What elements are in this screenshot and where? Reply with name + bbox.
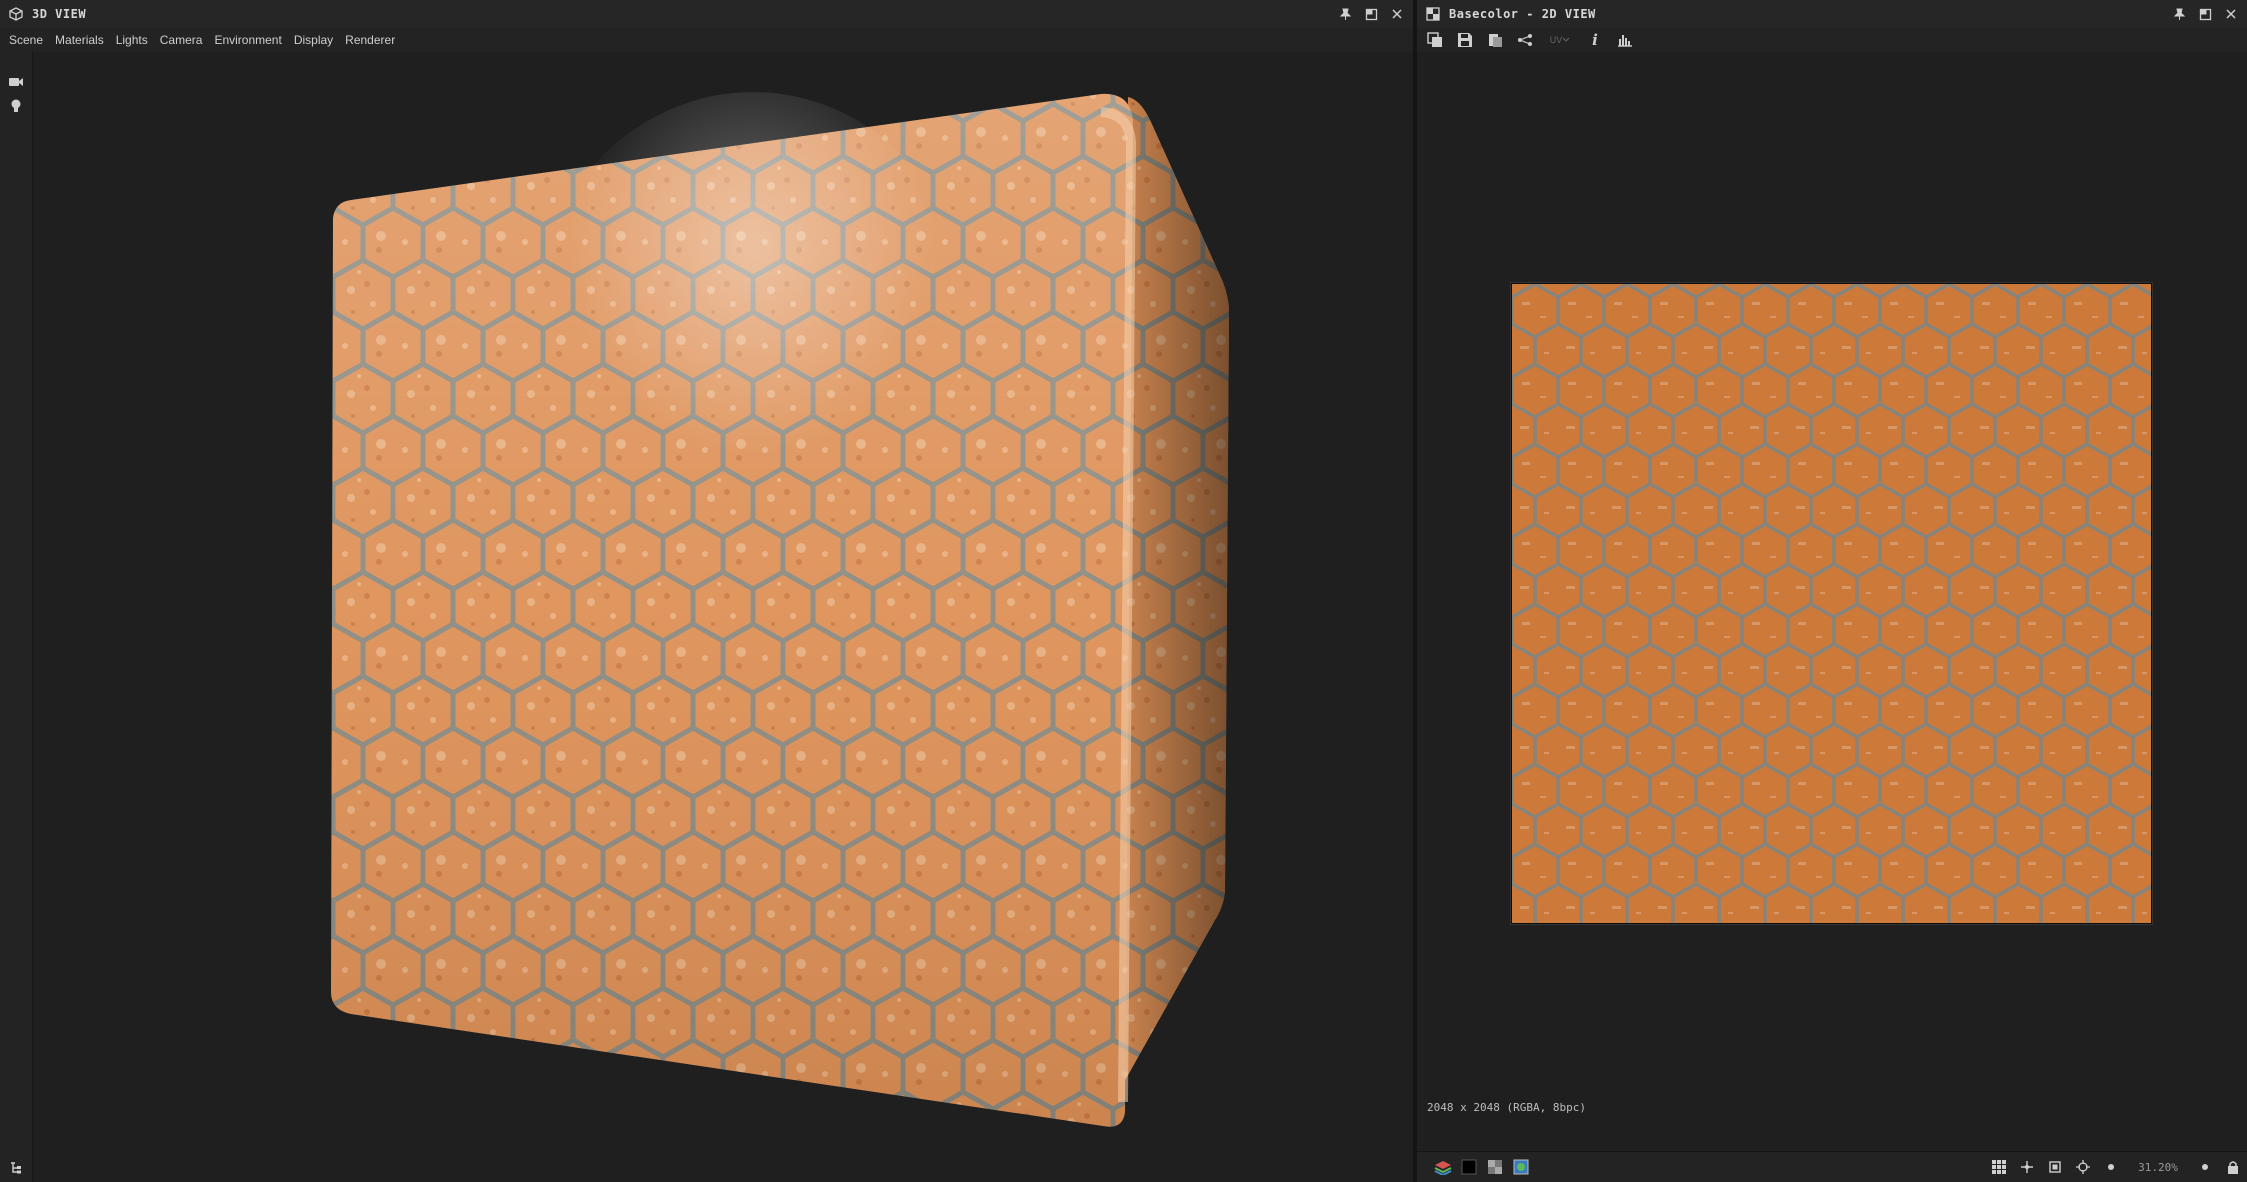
3d-view-menubar: Scene Materials Lights Camera Environmen…: [0, 28, 1413, 52]
menu-environment[interactable]: Environment: [208, 33, 287, 47]
paste-icon[interactable]: [1485, 30, 1505, 50]
histogram-icon[interactable]: [1615, 30, 1635, 50]
pixel-pick-icon[interactable]: [2017, 1157, 2037, 1177]
texture-icon: [1425, 6, 1441, 22]
panel-title: Basecolor - 2D VIEW: [1449, 7, 1596, 21]
2d-view-toolbar: UV i: [1417, 28, 2247, 52]
info-icon[interactable]: i: [1585, 30, 1605, 50]
float-window-icon[interactable]: [2197, 6, 2213, 22]
3d-viewport[interactable]: [33, 52, 1413, 1182]
tiled-cube: [331, 92, 1229, 1127]
3d-view-panel: 3D VIEW Scene Materials Lights Camera En…: [0, 0, 1413, 1182]
basecolor-texture: [1511, 283, 2152, 924]
camera-icon[interactable]: [6, 72, 26, 92]
zoom-reset-icon[interactable]: [2195, 1157, 2215, 1177]
pin-icon[interactable]: [1337, 6, 1353, 22]
center-view-icon[interactable]: [2073, 1157, 2093, 1177]
light-bulb-icon[interactable]: [6, 96, 26, 116]
image-preview-icon[interactable]: [1511, 1157, 1531, 1177]
3d-side-toolbar: [0, 52, 33, 1182]
menu-scene[interactable]: Scene: [0, 33, 49, 47]
menu-display[interactable]: Display: [288, 33, 339, 47]
background-checker-icon[interactable]: [1485, 1157, 1505, 1177]
layers-icon[interactable]: [1433, 1157, 1453, 1177]
panel-title: 3D VIEW: [32, 7, 87, 21]
zoom-slider-handle[interactable]: [2101, 1157, 2121, 1177]
2d-viewport[interactable]: 2048 x 2048 (RGBA, 8bpc): [1417, 52, 2247, 1152]
float-window-icon[interactable]: [1363, 6, 1379, 22]
zoom-level[interactable]: 31.20%: [2129, 1161, 2187, 1174]
close-icon[interactable]: [2223, 6, 2239, 22]
menu-materials[interactable]: Materials: [49, 33, 110, 47]
share-icon[interactable]: [1515, 30, 1535, 50]
grid-icon[interactable]: [1989, 1157, 2009, 1177]
background-black-icon[interactable]: [1459, 1157, 1479, 1177]
menu-renderer[interactable]: Renderer: [339, 33, 401, 47]
2d-statusbar: 31.20%: [1417, 1151, 2247, 1182]
cube-icon: [8, 6, 24, 22]
uv-icon[interactable]: UV: [1545, 30, 1575, 50]
close-icon[interactable]: [1389, 6, 1405, 22]
save-icon[interactable]: [1455, 30, 1475, 50]
menu-lights[interactable]: Lights: [110, 33, 154, 47]
chevron-down-icon: [1562, 37, 1570, 42]
copy-icon[interactable]: [1425, 30, 1445, 50]
uv-label: UV: [1549, 35, 1563, 45]
menu-camera[interactable]: Camera: [154, 33, 209, 47]
outliner-icon[interactable]: [6, 1158, 26, 1178]
3d-view-titlebar: 3D VIEW: [0, 0, 1413, 28]
2d-view-panel: Basecolor - 2D VIEW UV i 2048 x 2048 (RG…: [1417, 0, 2247, 1182]
image-info: 2048 x 2048 (RGBA, 8bpc): [1427, 1101, 1586, 1114]
2d-view-titlebar: Basecolor - 2D VIEW: [1417, 0, 2247, 28]
fit-view-icon[interactable]: [2045, 1157, 2065, 1177]
lock-icon[interactable]: [2223, 1157, 2243, 1177]
pin-icon[interactable]: [2171, 6, 2187, 22]
